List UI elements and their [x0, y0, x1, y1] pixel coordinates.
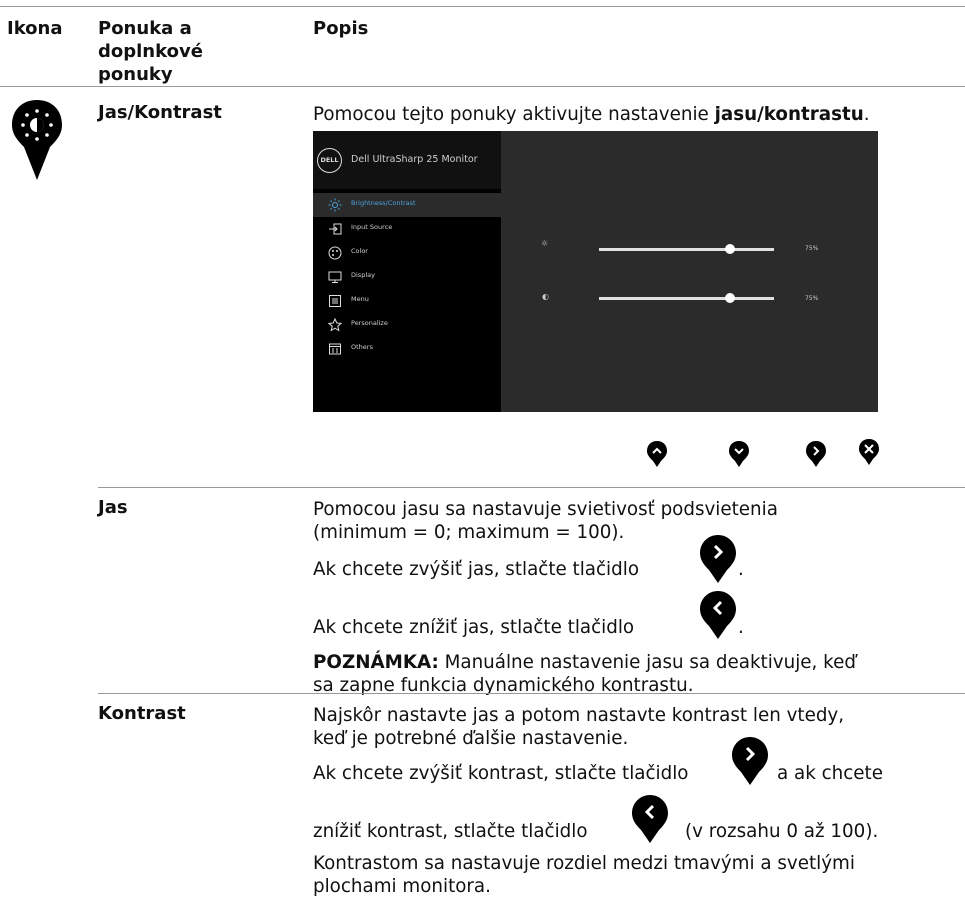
osd-item-input-source[interactable]: Input Source: [313, 217, 501, 241]
osd-item-label: Others: [351, 343, 373, 351]
osd-item-label: Input Source: [351, 223, 393, 231]
dell-logo: DELL: [317, 148, 342, 173]
others-icon: [329, 343, 341, 355]
contrast-value: 75%: [805, 295, 819, 302]
row-name-kontrast: Kontrast: [98, 703, 186, 724]
kontrast-inc-before: Ak chcete zvýšiť kontrast, stlačte tlači…: [313, 763, 689, 784]
brightness-value: 75%: [805, 245, 819, 252]
display-icon: [328, 271, 342, 283]
menu-icon: [329, 295, 341, 307]
jas-desc-line: Pomocou jasu sa nastavuje svietivosť pod…: [313, 499, 778, 520]
down-arrow-icon[interactable]: [728, 440, 750, 468]
kontrast-explain-line: Kontrastom sa nastavuje rozdiel medzi tm…: [313, 853, 855, 874]
brightness-slider-knob[interactable]: [725, 244, 736, 254]
osd-item-label: Brightness/Contrast: [351, 199, 416, 207]
header-menu-line: ponuky: [98, 64, 173, 85]
header-menu-column: Ponuka a doplnkové ponuky: [98, 17, 203, 86]
star-icon: [328, 318, 342, 332]
color-icon: [328, 246, 342, 260]
right-arrow-icon: [731, 736, 769, 786]
kontrast-dec-before: znížiť kontrast, stlačte tlačidlo: [313, 821, 588, 842]
left-arrow-icon: [699, 590, 737, 640]
input-source-icon: [329, 223, 342, 235]
osd-item-display[interactable]: Display: [313, 265, 501, 289]
brightness-slider[interactable]: [599, 248, 774, 251]
intro-after: .: [863, 104, 870, 125]
osd-menu-panel: DELL Dell UltraSharp 25 Monitor Brightne…: [313, 131, 501, 412]
osd-title: Dell UltraSharp 25 Monitor: [351, 154, 478, 165]
jas-decrease-text: Ak chcete znížiť jas, stlačte tlačidlo: [313, 617, 635, 638]
note-text: Manuálne nastavenie jasu sa deaktivuje, …: [438, 652, 856, 673]
intro-text: Pomocou tejto ponuky aktivujte nastaveni…: [313, 103, 870, 126]
row-name-jas: Jas: [98, 497, 128, 518]
kontrast-desc-line: Najskôr nastavte jas a potom nastavte ko…: [313, 705, 845, 726]
jas-note-line: POZNÁMKA: Manuálne nastavenie jasu sa de…: [313, 651, 856, 674]
header-icon-column: Ikona: [7, 18, 63, 39]
right-arrow-icon[interactable]: [805, 440, 827, 468]
header-menu-line: doplnkové: [98, 41, 203, 62]
intro-before: Pomocou tejto ponuky aktivujte nastaveni…: [313, 104, 715, 125]
top-rule: [0, 6, 965, 7]
contrast-slider-knob[interactable]: [725, 293, 736, 303]
row-rule-jas: [98, 487, 965, 488]
row-rule-kontrast: [98, 693, 965, 694]
jas-increase-text: Ak chcete zvýšiť jas, stlačte tlačidlo: [313, 559, 640, 580]
jas-increase-period: .: [738, 559, 744, 580]
intro-bold: jasu/kontrastu: [714, 104, 864, 125]
kontrast-explain-line: plochami monitora.: [313, 876, 491, 897]
header-menu-line: Ponuka a: [98, 18, 192, 39]
osd-item-menu[interactable]: Menu: [313, 289, 501, 313]
osd-item-label: Display: [351, 271, 375, 279]
brightness-icon: [328, 198, 342, 212]
brightness-slider-icon: ☼: [541, 239, 549, 248]
close-icon[interactable]: [858, 438, 880, 466]
osd-item-personalize[interactable]: Personalize: [313, 313, 501, 337]
brightness-contrast-icon: [10, 98, 64, 182]
up-arrow-icon[interactable]: [646, 440, 668, 468]
osd-item-color[interactable]: Color: [313, 241, 501, 265]
jas-note: POZNÁMKA: Manuálne nastavenie jasu sa de…: [313, 651, 856, 697]
osd-item-label: Menu: [351, 295, 369, 303]
contrast-slider-icon: ◐: [542, 292, 549, 301]
jas-decrease-period: .: [738, 617, 744, 638]
osd-screenshot: DELL Dell UltraSharp 25 Monitor Brightne…: [313, 131, 878, 412]
osd-header: DELL Dell UltraSharp 25 Monitor: [313, 131, 501, 189]
header-description-column: Popis: [313, 18, 369, 39]
kontrast-inc-after: a ak chcete: [777, 763, 883, 784]
note-label: POZNÁMKA:: [313, 652, 439, 673]
kontrast-explain: Kontrastom sa nastavuje rozdiel medzi tm…: [313, 852, 855, 898]
osd-item-label: Personalize: [351, 319, 388, 327]
osd-item-label: Color: [351, 247, 368, 255]
right-arrow-icon: [699, 534, 737, 584]
section-title: Jas/Kontrast: [98, 102, 222, 123]
osd-item-others[interactable]: Others: [313, 337, 501, 361]
header-rule: [0, 86, 965, 87]
osd-item-brightness-contrast[interactable]: Brightness/Contrast: [313, 193, 501, 217]
kontrast-dec-after: (v rozsahu 0 až 100).: [685, 821, 879, 842]
contrast-slider[interactable]: [599, 297, 774, 300]
left-arrow-icon: [631, 794, 669, 844]
